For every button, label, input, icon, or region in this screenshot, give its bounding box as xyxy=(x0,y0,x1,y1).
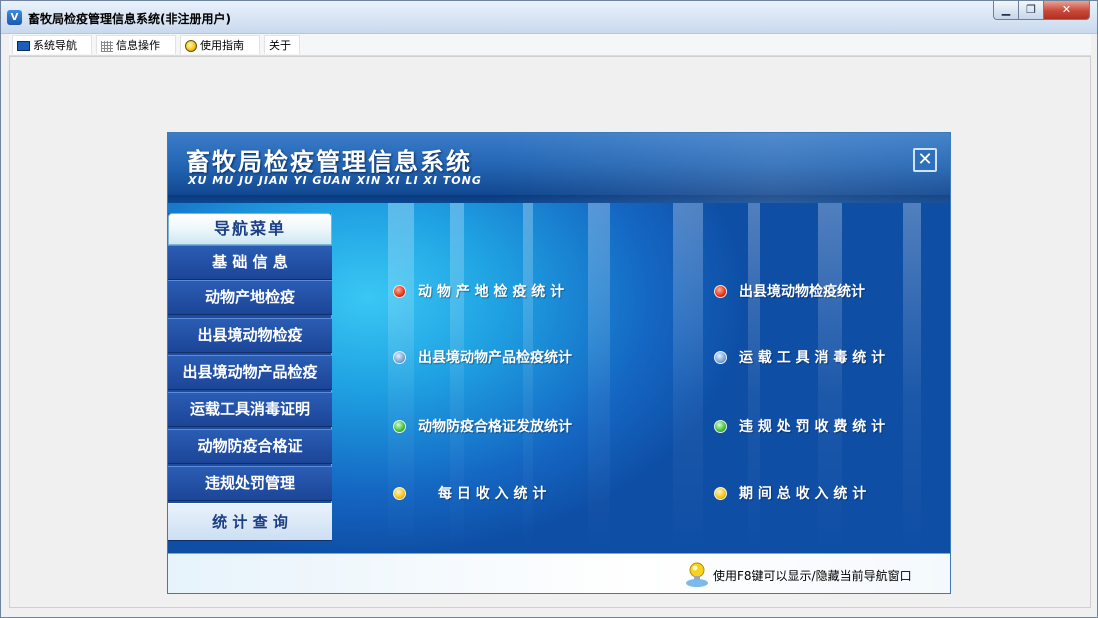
panel-subtitle: XU MU JU JIAN YI GUAN XIN XI LI XI TONG xyxy=(188,174,482,187)
minimize-button[interactable]: ▁ xyxy=(993,1,1019,20)
close-icon: ✕ xyxy=(917,149,933,170)
blue-dot-icon xyxy=(714,351,727,364)
menu-bar: 系统导航 信息操作 使用指南 关于 xyxy=(9,34,1091,56)
monitor-icon xyxy=(17,41,30,51)
stat-label: 出县境动物产品检疫统计 xyxy=(418,350,572,366)
red-dot-icon xyxy=(714,285,727,298)
menu-label: 信息操作 xyxy=(116,39,160,52)
footer-bar: 使用F8键可以显示/隐藏当前导航窗口 xyxy=(168,553,950,593)
window-close-button[interactable]: ✕ xyxy=(1043,1,1090,20)
stat-animal-export-quarantine[interactable]: 出县境动物检疫统计 xyxy=(714,282,865,302)
stat-product-export-quarantine[interactable]: 出县境动物产品检疫统计 xyxy=(393,348,572,368)
maximize-icon: ❐ xyxy=(1026,3,1036,16)
stat-vehicle-disinfection[interactable]: 运 载 工 具 消 毒 统 计 xyxy=(714,348,885,368)
close-icon: ✕ xyxy=(1061,3,1072,16)
stat-daily-income[interactable]: 每 日 收 入 统 计 xyxy=(393,484,546,504)
menu-label: 使用指南 xyxy=(200,39,244,52)
sidebar-item-basic-info[interactable]: 基 础 信 息 xyxy=(168,245,332,280)
navigation-panel: 畜牧局检疫管理信息系统 XU MU JU JIAN YI GUAN XIN XI… xyxy=(167,132,951,594)
minimize-icon: ▁ xyxy=(1001,3,1011,16)
sidebar-item-product-export-quarantine[interactable]: 出县境动物产品检疫 xyxy=(168,355,332,390)
title-bar: V 畜牧局检疫管理信息系统(非注册用户) ▁ ❐ ✕ xyxy=(1,1,1097,34)
blue-dot-icon xyxy=(393,351,406,364)
stat-period-total-income[interactable]: 期 间 总 收 入 统 计 xyxy=(714,484,866,504)
yellow-dot-icon xyxy=(393,487,406,500)
stat-label: 违 规 处 罚 收 费 统 计 xyxy=(739,419,886,435)
sidebar-item-vehicle-disinfection[interactable]: 运载工具消毒证明 xyxy=(168,392,332,427)
menu-label: 系统导航 xyxy=(33,39,77,52)
light-streak xyxy=(903,203,921,553)
app-logo-icon: V xyxy=(7,10,22,25)
red-dot-icon xyxy=(393,285,406,298)
light-streak xyxy=(673,203,703,553)
lightbulb-hint-icon xyxy=(686,562,708,587)
stat-label: 动 物 产 地 检 疫 统 计 xyxy=(418,284,565,300)
banner: 畜牧局检疫管理信息系统 XU MU JU JIAN YI GUAN XIN XI… xyxy=(168,133,950,203)
lightbulb-icon xyxy=(185,40,197,52)
footer-hint: 使用F8键可以显示/隐藏当前导航窗口 xyxy=(713,569,912,583)
stat-label: 运 载 工 具 消 毒 统 计 xyxy=(739,350,886,366)
sidebar-item-origin-quarantine[interactable]: 动物产地检疫 xyxy=(168,280,332,315)
window-title: 畜牧局检疫管理信息系统(非注册用户) xyxy=(28,12,231,26)
sidebar-item-statistics-query[interactable]: 统 计 查 询 xyxy=(168,503,332,541)
menu-user-guide[interactable]: 使用指南 xyxy=(180,35,260,54)
stat-label: 动物防疫合格证发放统计 xyxy=(418,419,572,435)
sidebar-item-epidemic-certificate[interactable]: 动物防疫合格证 xyxy=(168,429,332,464)
green-dot-icon xyxy=(714,420,727,433)
stat-certificate-issuance[interactable]: 动物防疫合格证发放统计 xyxy=(393,417,572,437)
panel-title: 畜牧局检疫管理信息系统 xyxy=(186,148,472,176)
sidebar-item-animal-export-quarantine[interactable]: 出县境动物检疫 xyxy=(168,318,332,353)
maximize-button[interactable]: ❐ xyxy=(1018,1,1044,20)
stat-origin-quarantine[interactable]: 动 物 产 地 检 疫 统 计 xyxy=(393,282,564,302)
stat-label: 期 间 总 收 入 统 计 xyxy=(739,486,867,502)
sidebar-menu: 导航菜单 基 础 信 息 动物产地检疫 出县境动物检疫 出县境动物产品检疫 运载… xyxy=(168,213,332,541)
grid-icon xyxy=(101,40,113,52)
stat-label: 每 日 收 入 统 计 xyxy=(438,486,547,502)
stat-label: 出县境动物检疫统计 xyxy=(739,284,865,300)
menu-info-operations[interactable]: 信息操作 xyxy=(96,35,176,54)
light-streak xyxy=(588,203,610,553)
green-dot-icon xyxy=(393,420,406,433)
panel-close-button[interactable]: ✕ xyxy=(913,148,937,172)
menu-about[interactable]: 关于 xyxy=(264,35,300,54)
yellow-dot-icon xyxy=(714,487,727,500)
banner-strip xyxy=(168,195,950,203)
sidebar-item-violation-penalty[interactable]: 违规处罚管理 xyxy=(168,466,332,501)
sidebar-header: 导航菜单 xyxy=(168,213,332,245)
menu-label: 关于 xyxy=(269,39,291,52)
stat-violation-fees[interactable]: 违 规 处 罚 收 费 统 计 xyxy=(714,417,885,437)
menu-system-navigation[interactable]: 系统导航 xyxy=(12,35,92,54)
